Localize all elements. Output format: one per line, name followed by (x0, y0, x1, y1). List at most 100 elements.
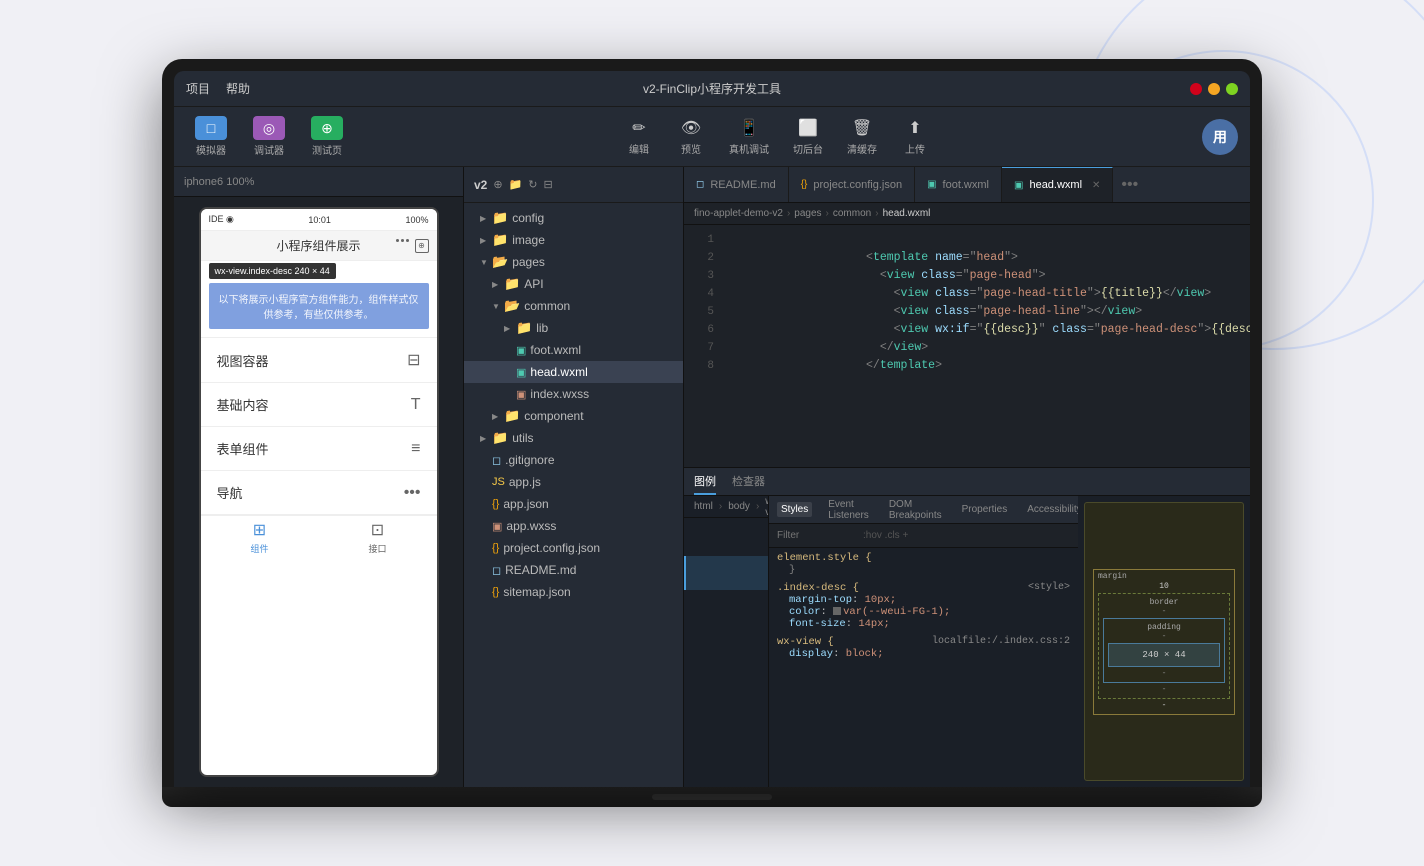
nav-item-icon-3: ••• (404, 484, 421, 502)
debugger-label: 调试器 (254, 142, 284, 157)
phone-status-bar: IDE ◉ 10:01 100% (201, 209, 437, 231)
tab-icon-project-json: {} (801, 179, 808, 190)
nav-item-3[interactable]: 导航 ••• (201, 471, 437, 515)
title-bar: 项目 帮助 v2-FinClip小程序开发工具 (174, 71, 1250, 107)
tree-item-common[interactable]: ▼ 📂 common (464, 295, 683, 317)
tree-arrow-common: ▼ (492, 302, 500, 311)
tree-item-lib[interactable]: ▶ 📁 lib (464, 317, 683, 339)
tree-item-app-wxss[interactable]: ▣ app.wxss (464, 515, 683, 537)
padding-bottom-val: - (1108, 669, 1220, 678)
phone-tab-icon-1: ⊡ (371, 520, 384, 540)
dom-tab-diagram[interactable]: 图例 (694, 468, 716, 495)
edit-label: 编辑 (629, 141, 649, 156)
tree-item-sitemap[interactable]: {} sitemap.json (464, 581, 683, 603)
root-label: v2 (474, 178, 487, 192)
code-content: 1 2 3 4 5 6 7 8 (684, 225, 1250, 467)
tree-item-head-wxml[interactable]: ▣ head.wxml (464, 361, 683, 383)
menu-help[interactable]: 帮助 (226, 80, 250, 97)
nav-item-0[interactable]: 视图容器 ⊟ (201, 338, 437, 383)
tree-item-foot-wxml[interactable]: ▣ foot.wxml (464, 339, 683, 361)
tree-item-api[interactable]: ▶ 📁 API (464, 273, 683, 295)
dom-panel: html › body › wx-view.index › wx-view.in… (684, 496, 768, 787)
laptop-base (162, 787, 1262, 807)
tab-readme[interactable]: ◻ README.md (684, 167, 789, 202)
action-upload[interactable]: ⬆ 上传 (901, 117, 929, 156)
tree-item-readme[interactable]: ◻ README.md (464, 559, 683, 581)
style-rule-index-desc: .index-desc { <style> margin-top: 10px; (777, 582, 1070, 630)
styles-tab-styles[interactable]: Styles (777, 502, 812, 517)
tree-label-app-wxss: app.wxss (506, 519, 556, 533)
tree-item-component[interactable]: ▶ 📁 component (464, 405, 683, 427)
style-props-wx: display: block; (777, 648, 1070, 660)
action-preview[interactable]: 👁 预览 (677, 117, 705, 156)
tree-arrow-utils: ▶ (480, 434, 488, 443)
dom-tab-inspector[interactable]: 检查器 (732, 468, 765, 495)
styles-tab-dom-bp[interactable]: DOM Breakpoints (885, 497, 946, 523)
tab-head-wxml[interactable]: ▣ head.wxml ✕ (1002, 167, 1113, 202)
phone-tab-0[interactable]: ⊞ 组件 (201, 520, 319, 555)
debugger-button[interactable]: ◎ 调试器 (244, 116, 294, 157)
menu-project[interactable]: 项目 (186, 80, 210, 97)
tree-item-app-json[interactable]: {} app.json (464, 493, 683, 515)
file-tree-body: ▶ 📁 config ▶ 📁 image (464, 203, 683, 787)
tree-label-image: image (512, 233, 545, 247)
phone-tab-1[interactable]: ⊡ 接口 (319, 520, 437, 555)
close-button[interactable] (1190, 83, 1202, 95)
tree-item-gitignore[interactable]: ◻ .gitignore (464, 449, 683, 471)
toolbar: □ 模拟器 ◎ 调试器 ⊕ 测试页 (174, 107, 1250, 167)
file-icon-gitignore: ◻ (492, 454, 501, 467)
styles-tab-access[interactable]: Accessibility (1023, 502, 1078, 517)
ln-2: 2 (684, 249, 714, 267)
eb-body[interactable]: body (728, 501, 750, 512)
tree-collapse-icon[interactable]: ⊟ (544, 178, 553, 191)
tree-item-app-js[interactable]: JS app.js (464, 471, 683, 493)
tree-item-project-json[interactable]: {} project.config.json (464, 537, 683, 559)
phone-time: 10:01 (308, 215, 331, 225)
style-props-element: } (777, 564, 1070, 576)
styles-tab-props[interactable]: Properties (958, 502, 1012, 517)
tab-project-json[interactable]: {} project.config.json (789, 167, 915, 202)
folder-icon-component: 📁 (504, 408, 520, 424)
tree-item-image[interactable]: ▶ 📁 image (464, 229, 683, 251)
preview-label: 预览 (681, 141, 701, 156)
phone-bottom-nav: ⊞ 组件 ⊡ 接口 (201, 515, 437, 559)
nav-item-2[interactable]: 表单组件 ≡ (201, 427, 437, 471)
user-avatar[interactable]: 用 (1202, 119, 1238, 155)
action-edit[interactable]: ✏ 编辑 (625, 117, 653, 156)
tree-item-index-wxss[interactable]: ▣ index.wxss (464, 383, 683, 405)
tab-close-head-wxml[interactable]: ✕ (1092, 180, 1100, 191)
minimize-button[interactable] (1208, 83, 1220, 95)
maximize-button[interactable] (1226, 83, 1238, 95)
tree-item-config[interactable]: ▶ 📁 config (464, 207, 683, 229)
tree-label-sitemap: sitemap.json (503, 585, 570, 599)
action-real-debug[interactable]: 📱 真机调试 (729, 117, 769, 156)
margin-box: margin 10 border - (1093, 569, 1235, 715)
tree-item-pages[interactable]: ▼ 📂 pages (464, 251, 683, 273)
tree-refresh-icon[interactable]: ↻ (528, 178, 537, 191)
folder-icon-utils: 📁 (492, 430, 508, 446)
eb-html[interactable]: html (694, 501, 713, 512)
code-editor[interactable]: 1 2 3 4 5 6 7 8 (684, 225, 1250, 467)
action-clear-cache[interactable]: 🗑 清缓存 (847, 117, 877, 156)
tab-label-project-json: project.config.json (813, 179, 902, 191)
tree-new-file-icon[interactable]: ⊕ (493, 178, 502, 191)
styles-tab-events[interactable]: Event Listeners (824, 497, 873, 523)
padding-val: - (1108, 632, 1220, 641)
tab-foot-wxml[interactable]: ▣ foot.wxml (915, 167, 1002, 202)
styles-filter-input[interactable] (777, 530, 857, 541)
phone-nav-items: 视图容器 ⊟ 基础内容 T 表单组件 ≡ (201, 337, 437, 515)
breadcrumb-file: head.wxml (883, 208, 931, 219)
edit-icon: ✏ (625, 117, 653, 139)
tree-item-utils[interactable]: ▶ 📁 utils (464, 427, 683, 449)
tree-label-foot-wxml: foot.wxml (530, 343, 581, 357)
action-background[interactable]: ⬜ 切后台 (793, 117, 823, 156)
simulator-button[interactable]: □ 模拟器 (186, 116, 236, 157)
tree-new-folder-icon[interactable]: 📁 (509, 178, 523, 191)
test-button[interactable]: ⊕ 测试页 (302, 116, 352, 157)
tab-more-button[interactable]: ••• (1113, 167, 1146, 202)
style-rule-header: .index-desc { <style> (777, 582, 1070, 594)
test-icon: ⊕ (311, 116, 343, 140)
nav-item-1[interactable]: 基础内容 T (201, 383, 437, 427)
phone-title-bar: 小程序组件展示 ⊕ (201, 231, 437, 261)
breadcrumb-common: common (833, 208, 871, 219)
